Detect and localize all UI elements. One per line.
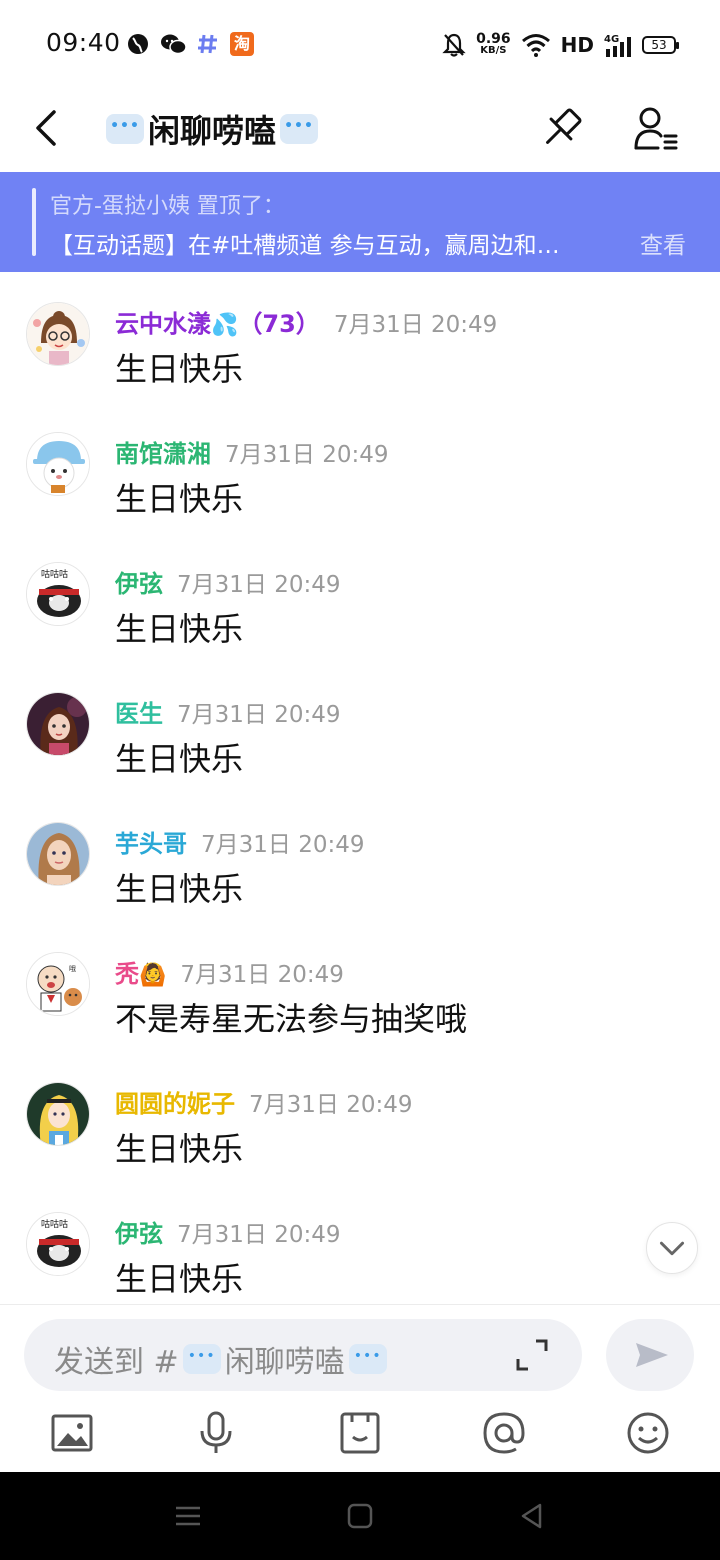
message-header: 秃🙆 7月31日 20:49 — [115, 954, 344, 989]
message-header: 云中水漾💦（73） 7月31日 20:49 — [115, 304, 497, 339]
pinned-announcement[interactable]: 官方-蛋挞小姨 置顶了： 【互动话题】在#吐槽频道 参与互动，赢周边和… 查看 — [0, 172, 720, 272]
message-time: 7月31日 20:49 — [333, 312, 498, 338]
sticker-icon[interactable] — [336, 1409, 384, 1457]
message-item[interactable]: 圆圆的妮子 7月31日 20:49 生日快乐 — [0, 1052, 720, 1182]
chat-header: 闲聊唠嗑 — [0, 88, 720, 172]
message-time: 7月31日 20:49 — [180, 962, 344, 988]
channel-title-text: 闲聊唠嗑 — [148, 112, 277, 150]
input-placeholder: 发送到 # 闲聊唠嗑 — [54, 1337, 387, 1381]
hash-icon — [198, 34, 217, 54]
wechat-icon — [161, 34, 187, 55]
svg-text:咕咕咕: 咕咕咕 — [41, 1218, 68, 1230]
chat-bubble-icon — [106, 114, 144, 144]
system-nav-bar — [0, 1472, 720, 1560]
pinned-view-link[interactable]: 查看 — [640, 226, 686, 260]
message-text[interactable]: 生日快乐 — [115, 1254, 243, 1300]
chat-bubble-icon — [182, 1344, 221, 1374]
avatar[interactable] — [26, 432, 90, 496]
composer: 发送到 # 闲聊唠嗑 — [0, 1304, 720, 1472]
scroll-to-bottom-button[interactable] — [646, 1222, 698, 1274]
avatar[interactable] — [26, 822, 90, 886]
avatar[interactable]: 咕咕咕 — [26, 1212, 90, 1276]
mute-bell-icon — [442, 33, 466, 57]
message-item[interactable]: 云中水漾💦（73） 7月31日 20:49 生日快乐 — [0, 272, 720, 402]
pin-button[interactable] — [538, 106, 584, 152]
menu-icon[interactable] — [172, 1500, 204, 1532]
avatar[interactable] — [26, 1082, 90, 1146]
members-button[interactable] — [632, 106, 680, 154]
message-text[interactable]: 生日快乐 — [115, 734, 243, 780]
message-time: 7月31日 20:49 — [225, 442, 389, 468]
sender-name[interactable]: 芋头哥 — [115, 824, 187, 859]
sender-name[interactable]: 医生 — [115, 694, 163, 729]
hd-label: HD — [560, 33, 594, 57]
image-icon[interactable] — [48, 1409, 96, 1457]
message-header: 医生 7月31日 20:49 — [115, 694, 341, 729]
sender-name[interactable]: 云中水漾💦（73） — [115, 304, 320, 339]
channel-title: 闲聊唠嗑 — [106, 106, 319, 152]
message-time: 7月31日 20:49 — [201, 832, 365, 858]
mention-icon[interactable] — [480, 1409, 528, 1457]
message-time: 7月31日 20:49 — [177, 1222, 341, 1248]
back-button[interactable] — [26, 106, 70, 150]
status-time: 09:40 — [46, 28, 121, 57]
message-time: 7月31日 20:49 — [249, 1092, 413, 1118]
sender-name[interactable]: 南馆潇湘 — [115, 434, 211, 469]
send-button[interactable] — [606, 1319, 694, 1391]
svg-text:哦: 哦 — [69, 964, 76, 973]
taobao-icon: 淘 — [230, 32, 254, 56]
microphone-icon[interactable] — [192, 1409, 240, 1457]
message-list[interactable]: 云中水漾💦（73） 7月31日 20:49 生日快乐 南馆潇湘 7月31日 20… — [0, 272, 720, 1304]
avatar[interactable]: 哦 — [26, 952, 90, 1016]
message-text[interactable]: 生日快乐 — [115, 344, 243, 390]
pinned-author: 官方-蛋挞小姨 置顶了： — [50, 194, 285, 219]
status-bar: 09:40 淘 0.96 KB/S HD 4G 53 — [0, 0, 720, 88]
pinned-text: 【互动话题】在#吐槽频道 参与互动，赢周边和… — [50, 233, 560, 259]
message-text[interactable]: 生日快乐 — [115, 864, 243, 910]
message-input[interactable]: 发送到 # 闲聊唠嗑 — [24, 1319, 582, 1391]
cell-signal-icon: 4G — [604, 34, 631, 57]
status-indicators: 0.96 KB/S HD 4G 53 — [442, 28, 679, 62]
avatar[interactable] — [26, 692, 90, 756]
chat-bubble-icon — [280, 114, 319, 144]
globe-icon — [128, 34, 148, 54]
message-item[interactable]: 芋头哥 7月31日 20:49 生日快乐 — [0, 792, 720, 922]
avatar[interactable] — [26, 302, 90, 366]
avatar[interactable]: 咕咕咕 — [26, 562, 90, 626]
message-text[interactable]: 生日快乐 — [115, 474, 243, 520]
battery-icon: 53 — [642, 36, 679, 54]
sender-name[interactable]: 伊弦 — [115, 1214, 163, 1249]
message-item[interactable]: 咕咕咕 伊弦 7月31日 20:49 生日快乐 — [0, 1182, 720, 1304]
send-icon — [636, 1343, 668, 1367]
message-header: 伊弦 7月31日 20:49 — [115, 1214, 341, 1249]
message-header: 南馆潇湘 7月31日 20:49 — [115, 434, 389, 469]
home-icon[interactable] — [344, 1500, 376, 1532]
message-item[interactable]: 南馆潇湘 7月31日 20:49 生日快乐 — [0, 402, 720, 532]
sender-name[interactable]: 伊弦 — [115, 564, 163, 599]
message-header: 芋头哥 7月31日 20:49 — [115, 824, 365, 859]
sender-name[interactable]: 秃🙆 — [115, 954, 166, 989]
message-time: 7月31日 20:49 — [177, 702, 341, 728]
expand-icon[interactable] — [512, 1335, 552, 1375]
svg-text:4G: 4G — [604, 34, 619, 45]
wifi-icon — [521, 34, 550, 57]
net-speed: 0.96 KB/S — [476, 31, 511, 56]
message-item[interactable]: 医生 7月31日 20:49 生日快乐 — [0, 662, 720, 792]
message-text[interactable]: 生日快乐 — [115, 604, 243, 650]
message-header: 伊弦 7月31日 20:49 — [115, 564, 341, 599]
message-item[interactable]: 哦 秃🙆 7月31日 20:49 不是寿星无法参与抽奖哦 — [0, 922, 720, 1052]
svg-text:咕咕咕: 咕咕咕 — [41, 568, 68, 580]
message-text[interactable]: 不是寿星无法参与抽奖哦 — [115, 994, 467, 1040]
sender-name[interactable]: 圆圆的妮子 — [115, 1084, 235, 1119]
back-icon[interactable] — [516, 1500, 548, 1532]
pinned-accent-bar — [32, 188, 36, 256]
message-text[interactable]: 生日快乐 — [115, 1124, 243, 1170]
message-time: 7月31日 20:49 — [177, 572, 341, 598]
emoji-icon[interactable] — [624, 1409, 672, 1457]
message-item[interactable]: 咕咕咕 伊弦 7月31日 20:49 生日快乐 — [0, 532, 720, 662]
chat-bubble-icon — [348, 1344, 387, 1374]
message-header: 圆圆的妮子 7月31日 20:49 — [115, 1084, 413, 1119]
